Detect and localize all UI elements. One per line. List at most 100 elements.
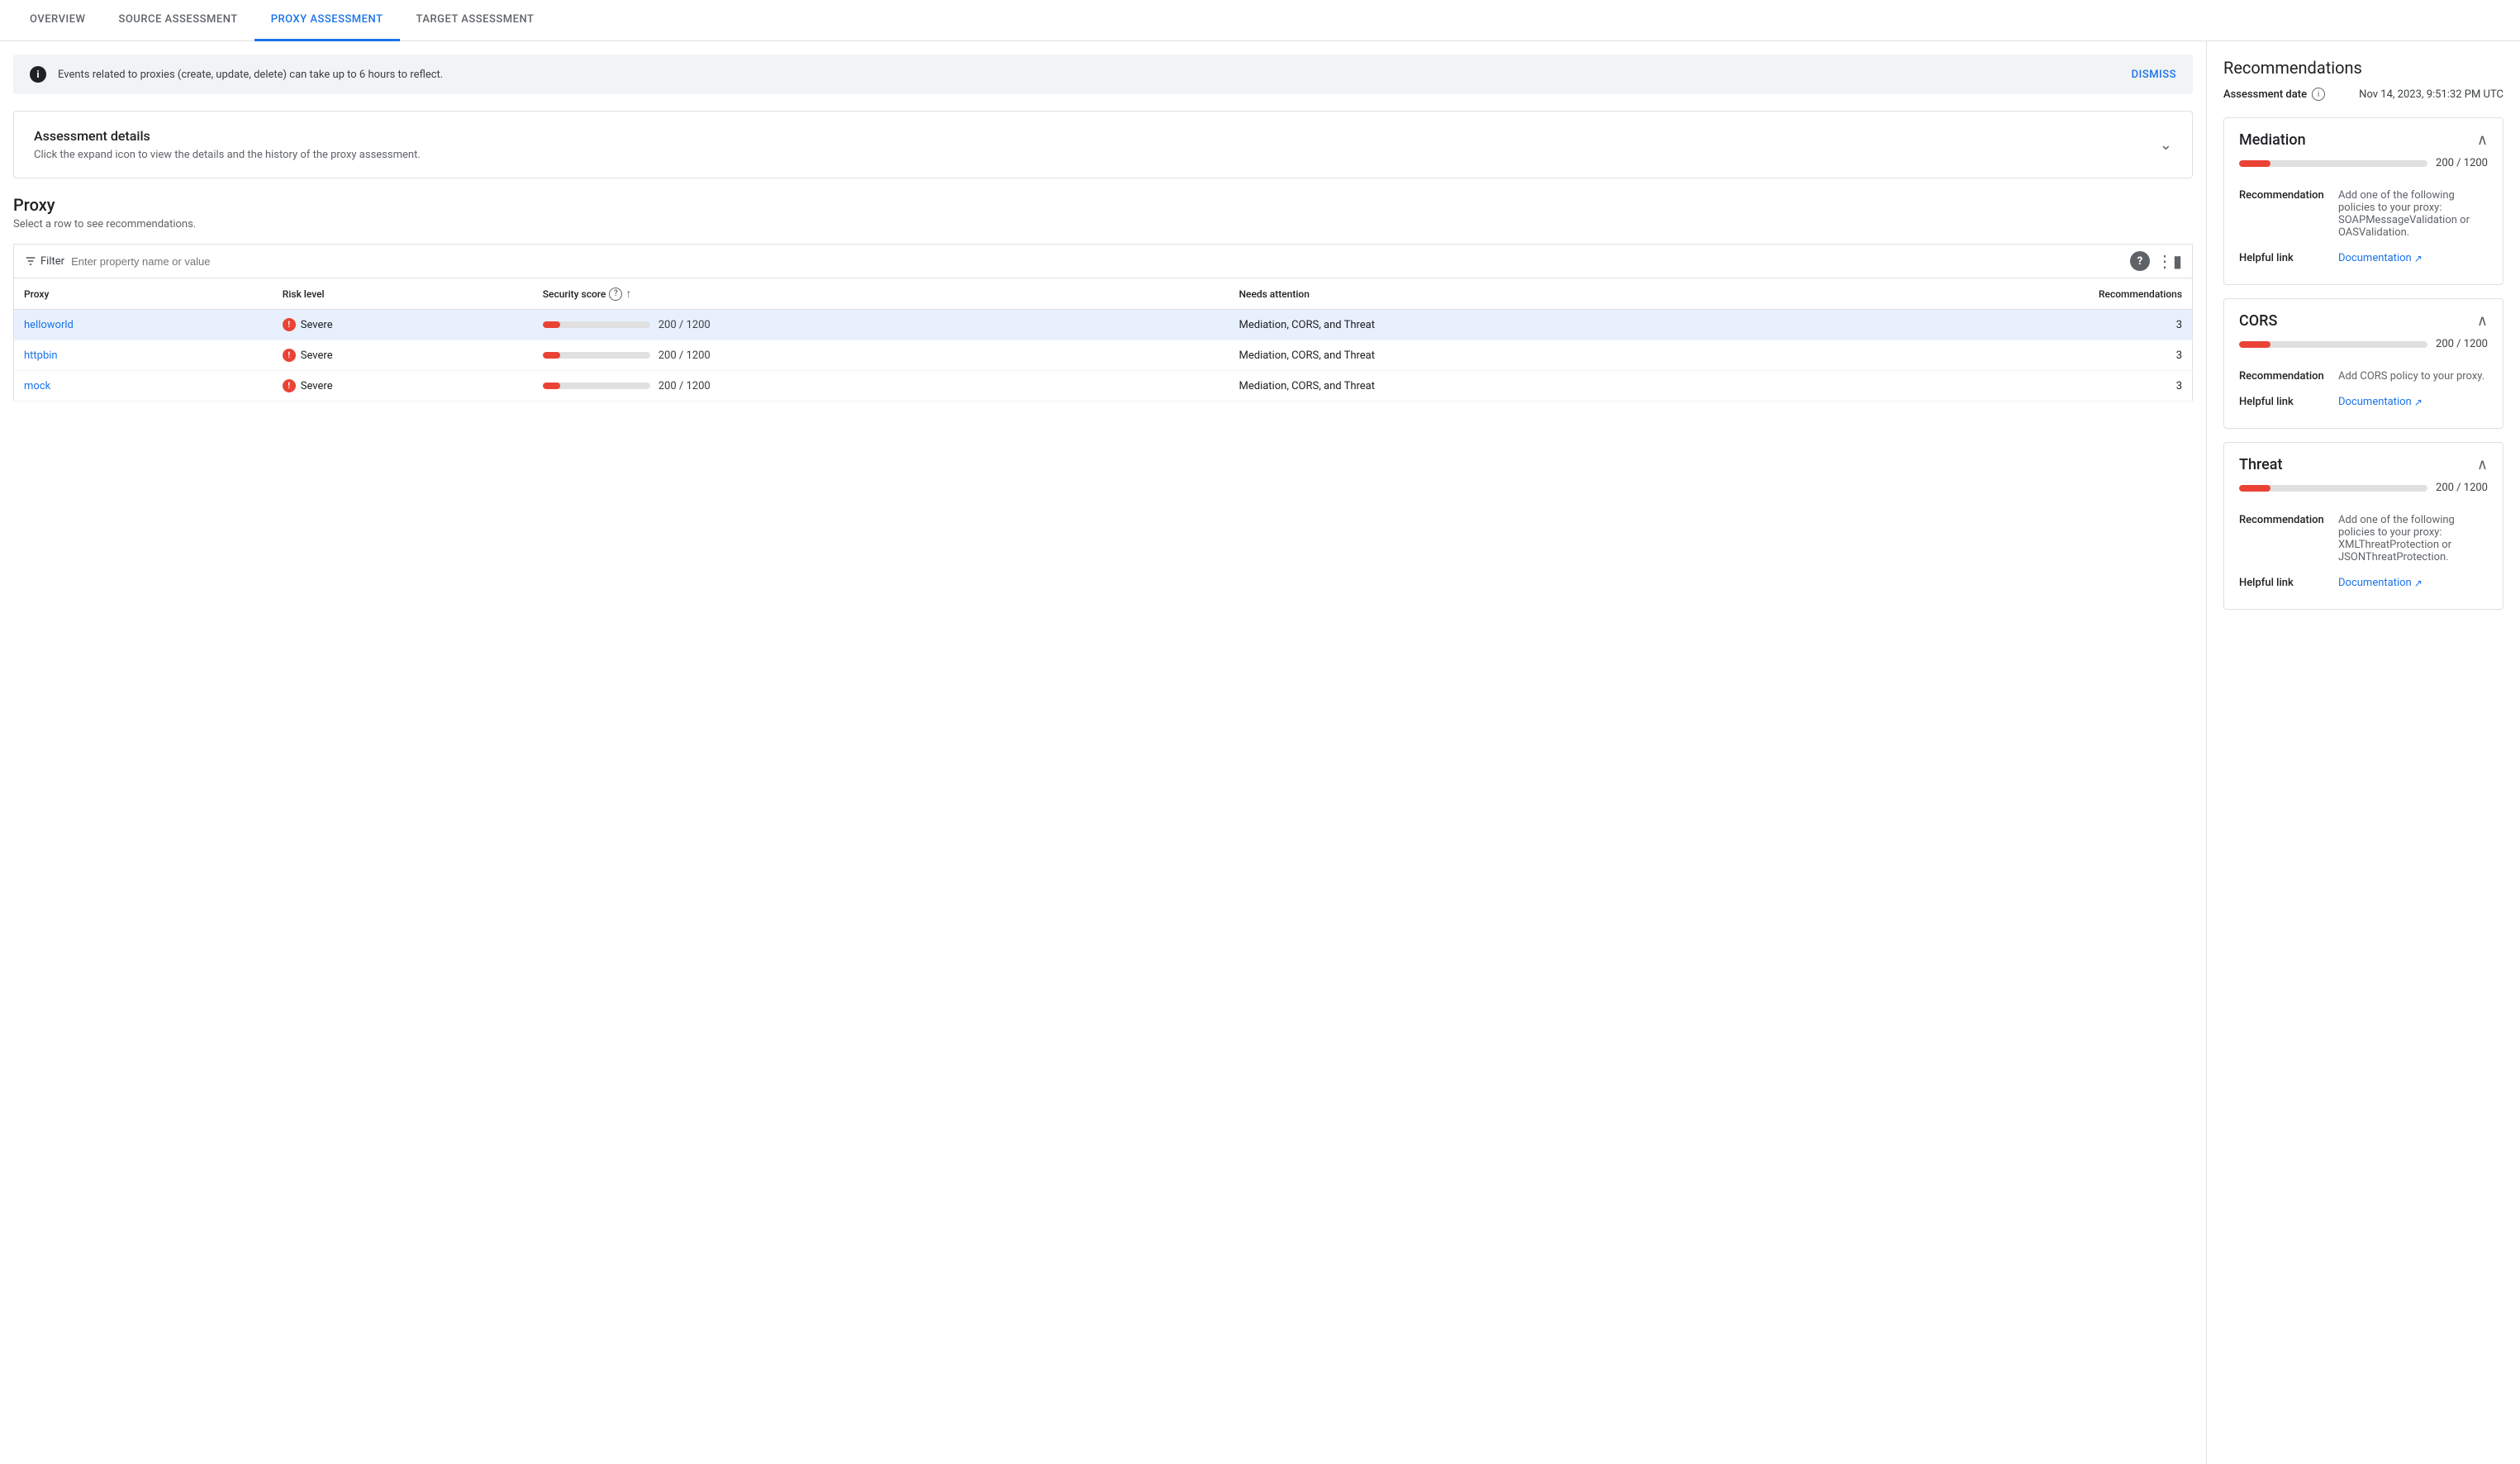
- rec-recommendation-row: Recommendation Add one of the following …: [2239, 183, 2488, 245]
- proxy-section: Proxy Select a row to see recommendation…: [13, 195, 2193, 402]
- banner: i Events related to proxies (create, upd…: [13, 55, 2193, 94]
- rec-card-cors: CORS ∧ 200 / 1200 Recommendation Add COR…: [2223, 298, 2503, 429]
- rec-card-mediation: Mediation ∧ 200 / 1200 Recommendation Ad…: [2223, 117, 2503, 285]
- proxy-section-title: Proxy: [13, 195, 2193, 215]
- rec-details-table: Recommendation Add CORS policy to your p…: [2239, 364, 2488, 415]
- col-score: Security score ? ↑: [533, 278, 1229, 310]
- risk-badge: ! Severe: [283, 379, 523, 392]
- recommendations-title: Recommendations: [2223, 58, 2503, 78]
- dismiss-button[interactable]: DISMISS: [2132, 69, 2176, 81]
- filter-label: Filter: [40, 255, 64, 268]
- risk-badge: ! Severe: [283, 318, 523, 331]
- columns-icon[interactable]: ⋮▮: [2156, 251, 2182, 271]
- table-header-row: Proxy Risk level Security score ? ↑ Need…: [14, 278, 2193, 310]
- col-risk: Risk level: [273, 278, 533, 310]
- risk-label: Severe: [301, 380, 333, 392]
- rec-helpful-link-cell: Documentation ↗: [2338, 570, 2488, 596]
- external-link-icon: ↗: [2414, 253, 2423, 264]
- rec-recommendation-text: Add one of the following policies to you…: [2338, 183, 2488, 245]
- proxy-section-subtitle: Select a row to see recommendations.: [13, 218, 2193, 231]
- col-proxy: Proxy: [14, 278, 273, 310]
- score-text: 200 / 1200: [659, 349, 711, 362]
- rec-card-header: Threat ∧: [2239, 456, 2488, 473]
- table-row[interactable]: helloworld ! Severe 200 / 1200 Mediation…: [14, 310, 2193, 340]
- assessment-date-info-icon[interactable]: i: [2312, 88, 2325, 101]
- rec-documentation-link[interactable]: Documentation ↗: [2338, 252, 2423, 264]
- proxy-link[interactable]: helloworld: [24, 319, 74, 331]
- rec-helpful-link-cell: Documentation ↗: [2338, 389, 2488, 415]
- proxy-table-body: helloworld ! Severe 200 / 1200 Mediation…: [14, 310, 2193, 402]
- rec-score-bar-fill: [2239, 160, 2270, 167]
- table-row[interactable]: mock ! Severe 200 / 1200 Mediation, CORS…: [14, 371, 2193, 402]
- assessment-details-subtitle: Click the expand icon to view the detail…: [34, 149, 421, 161]
- tab-source[interactable]: SOURCE ASSESSMENT: [102, 0, 254, 41]
- risk-dot: !: [283, 318, 296, 331]
- tab-target[interactable]: TARGET ASSESSMENT: [400, 0, 551, 41]
- rec-score-bar: [2239, 485, 2427, 492]
- score-bar: [543, 383, 650, 389]
- rec-score-text: 200 / 1200: [2436, 157, 2488, 169]
- rec-helpful-link-row: Helpful link Documentation ↗: [2239, 245, 2488, 271]
- rec-card-title: CORS: [2239, 312, 2277, 330]
- external-link-icon: ↗: [2414, 397, 2423, 408]
- rec-score-row: 200 / 1200: [2239, 482, 2488, 494]
- filter-bar: Filter ? ⋮▮: [13, 244, 2193, 278]
- rec-recommendation-label: Recommendation: [2239, 183, 2338, 245]
- rec-expand-icon[interactable]: ∧: [2477, 312, 2488, 330]
- rec-recommendation-label: Recommendation: [2239, 364, 2338, 389]
- rec-score-bar: [2239, 160, 2427, 167]
- assessment-details-header[interactable]: Assessment details Click the expand icon…: [34, 128, 2172, 161]
- rec-recommendation-text: Add CORS policy to your proxy.: [2338, 364, 2488, 389]
- rec-documentation-link[interactable]: Documentation ↗: [2338, 396, 2423, 408]
- table-row[interactable]: httpbin ! Severe 200 / 1200 Mediation, C…: [14, 340, 2193, 371]
- right-panel: Recommendations Assessment date i Nov 14…: [2206, 41, 2520, 1464]
- sort-icon[interactable]: ↑: [625, 287, 631, 301]
- left-panel: i Events related to proxies (create, upd…: [0, 41, 2206, 1464]
- rec-details-table: Recommendation Add one of the following …: [2239, 183, 2488, 271]
- score-help-icon[interactable]: ?: [609, 288, 622, 301]
- score-text: 200 / 1200: [659, 319, 711, 331]
- needs-attention-cell: Mediation, CORS, and Threat: [1229, 371, 1808, 402]
- recommendations-count-cell: 3: [1807, 310, 2192, 340]
- rec-expand-icon[interactable]: ∧: [2477, 456, 2488, 473]
- col-recs: Recommendations: [1807, 278, 2192, 310]
- rec-score-bar: [2239, 341, 2427, 348]
- rec-expand-icon[interactable]: ∧: [2477, 131, 2488, 149]
- filter-input[interactable]: [71, 255, 2123, 268]
- chevron-down-icon[interactable]: ⌄: [2160, 136, 2172, 154]
- rec-card-title: Mediation: [2239, 131, 2306, 149]
- rec-cards-container: Mediation ∧ 200 / 1200 Recommendation Ad…: [2223, 117, 2503, 610]
- rec-recommendation-row: Recommendation Add CORS policy to your p…: [2239, 364, 2488, 389]
- assessment-details-title: Assessment details: [34, 128, 421, 144]
- filter-help-icon[interactable]: ?: [2130, 251, 2150, 271]
- rec-helpful-link-label: Helpful link: [2239, 389, 2338, 415]
- main-layout: i Events related to proxies (create, upd…: [0, 41, 2520, 1464]
- filter-icon: Filter: [24, 254, 64, 268]
- rec-score-text: 200 / 1200: [2436, 482, 2488, 494]
- rec-helpful-link-row: Helpful link Documentation ↗: [2239, 570, 2488, 596]
- needs-attention-cell: Mediation, CORS, and Threat: [1229, 340, 1808, 371]
- proxy-table: Proxy Risk level Security score ? ↑ Need…: [13, 278, 2193, 402]
- assessment-date-value: Nov 14, 2023, 9:51:32 PM UTC: [2359, 88, 2503, 101]
- rec-score-row: 200 / 1200: [2239, 157, 2488, 169]
- tab-proxy[interactable]: PROXY ASSESSMENT: [254, 0, 400, 41]
- rec-documentation-link[interactable]: Documentation ↗: [2338, 577, 2423, 589]
- recommendations-count-cell: 3: [1807, 371, 2192, 402]
- assessment-date-row: Assessment date i Nov 14, 2023, 9:51:32 …: [2223, 88, 2503, 101]
- recommendations-count-cell: 3: [1807, 340, 2192, 371]
- risk-label: Severe: [301, 349, 333, 362]
- rec-helpful-link-label: Helpful link: [2239, 245, 2338, 271]
- score-bar-fill: [543, 352, 561, 359]
- banner-text: Events related to proxies (create, updat…: [58, 69, 2132, 81]
- risk-label: Severe: [301, 319, 333, 331]
- rec-score-row: 200 / 1200: [2239, 338, 2488, 350]
- external-link-icon: ↗: [2414, 578, 2423, 589]
- score-bar-container: 200 / 1200: [543, 380, 1220, 392]
- risk-dot: !: [283, 379, 296, 392]
- proxy-link[interactable]: mock: [24, 380, 50, 392]
- rec-helpful-link-row: Helpful link Documentation ↗: [2239, 389, 2488, 415]
- col-needs: Needs attention: [1229, 278, 1808, 310]
- proxy-link[interactable]: httpbin: [24, 349, 58, 362]
- tab-overview[interactable]: OVERVIEW: [13, 0, 102, 41]
- rec-score-text: 200 / 1200: [2436, 338, 2488, 350]
